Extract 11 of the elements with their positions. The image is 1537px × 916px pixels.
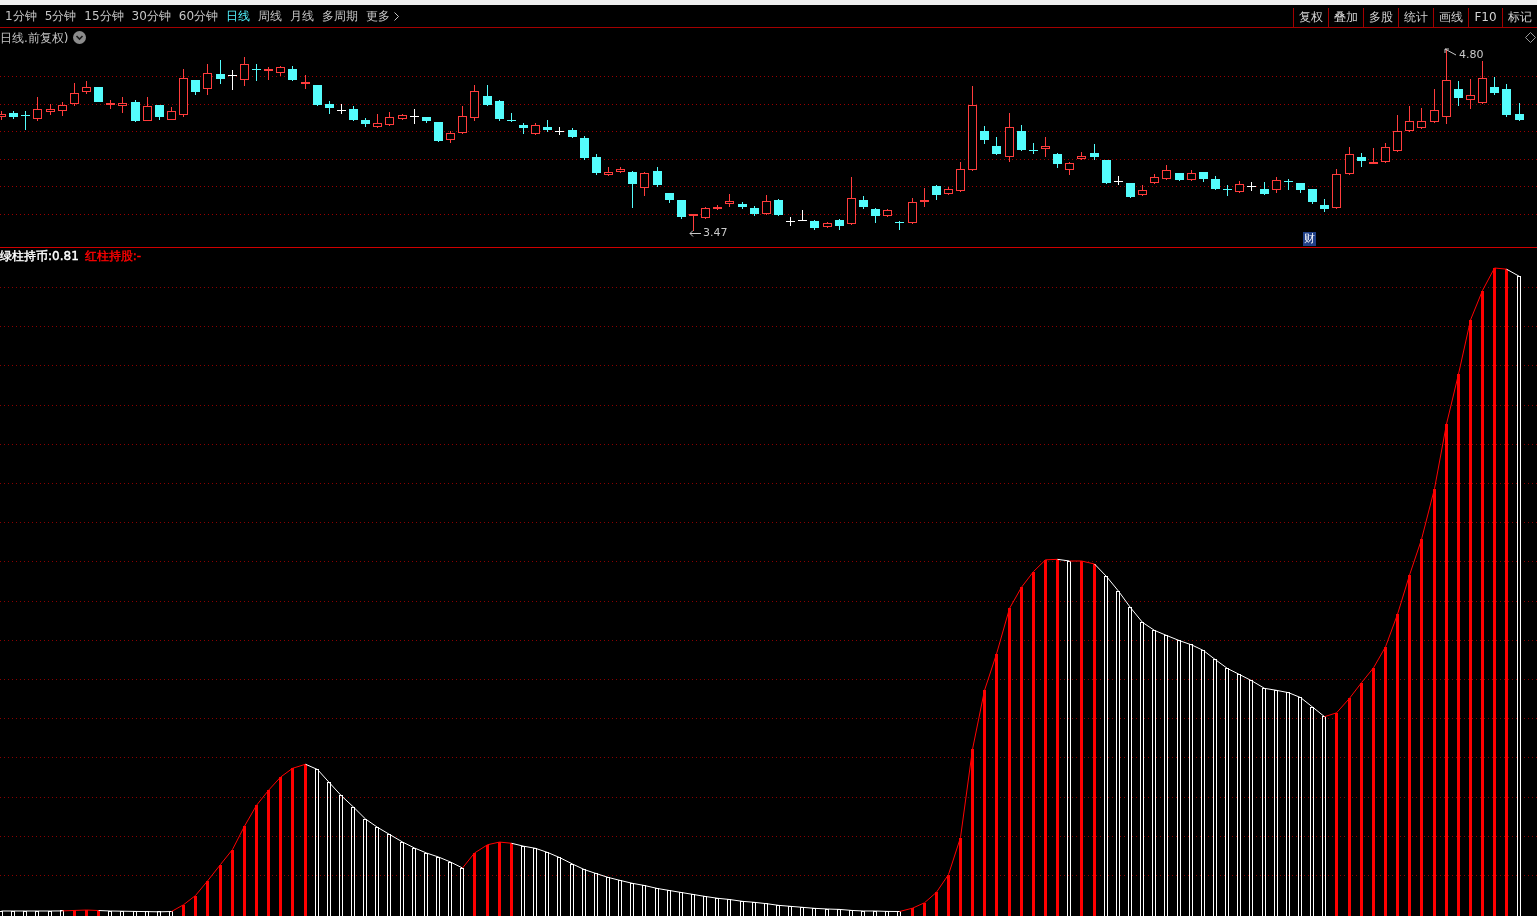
period-tab[interactable]: 日线 xyxy=(226,9,251,23)
period-tab[interactable]: 月线 xyxy=(290,9,315,23)
period-tab[interactable]: 多周期 xyxy=(322,9,359,23)
chevron-right-icon xyxy=(394,11,400,21)
period-tab[interactable]: 60分钟 xyxy=(178,9,219,23)
period-tab[interactable]: 15分钟 xyxy=(84,9,124,23)
period-tab[interactable]: 5分钟 xyxy=(44,9,77,23)
period-tab[interactable]: 30分钟 xyxy=(131,9,171,23)
more-button[interactable]: 更多 xyxy=(366,9,400,23)
period-tab[interactable]: 1分钟 xyxy=(5,9,37,23)
period-tab[interactable]: 周线 xyxy=(258,9,283,23)
